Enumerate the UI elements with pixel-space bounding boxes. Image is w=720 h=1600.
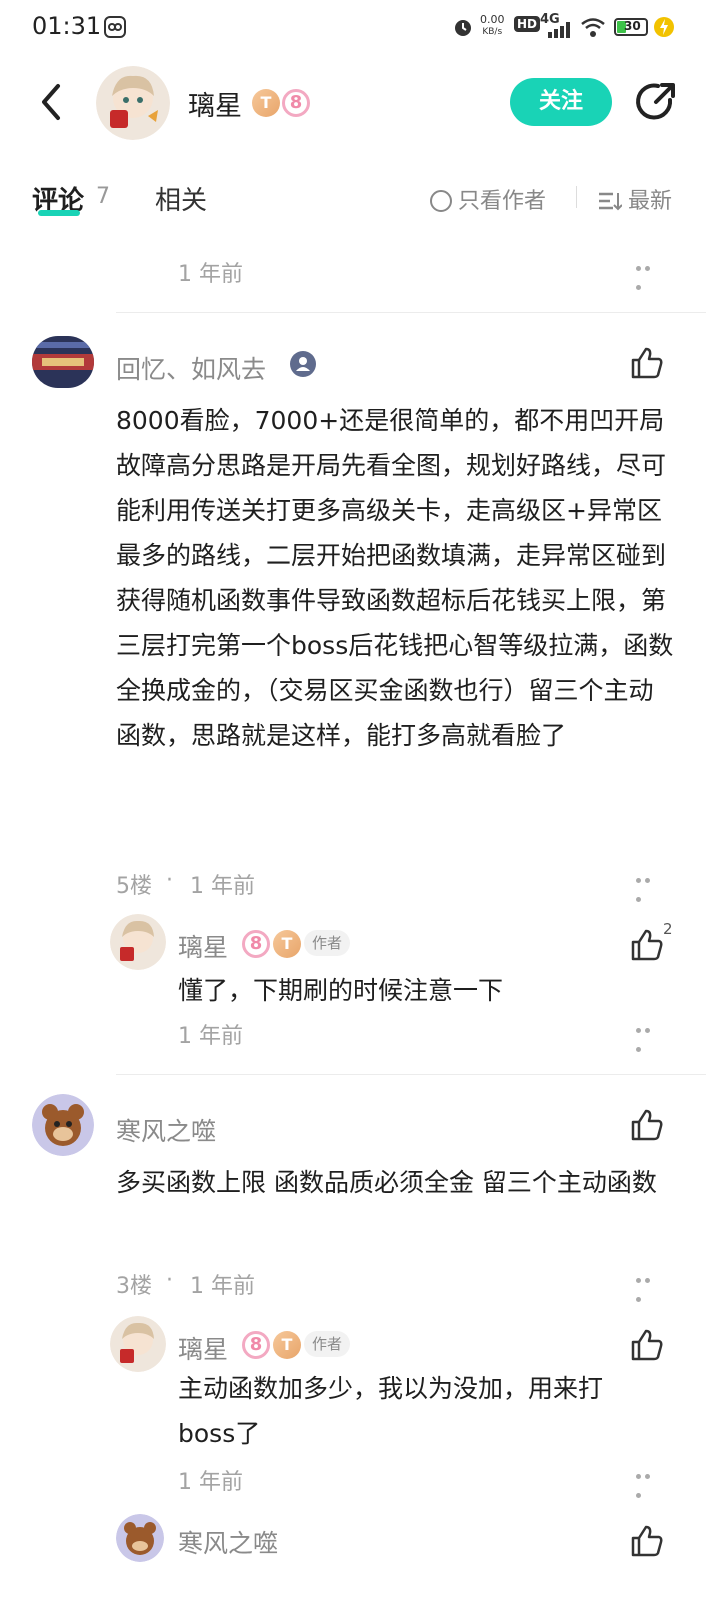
author-avatar[interactable]	[96, 66, 170, 140]
comment-floor: 3楼	[116, 1274, 152, 1299]
radio-circle-icon	[430, 190, 452, 212]
signal-bars-icon	[548, 22, 570, 38]
t-badge-icon: T	[252, 89, 280, 117]
active-tab-indicator	[38, 210, 80, 216]
reply-text: 懂了，下期刷的时候注意一下	[178, 976, 504, 1005]
back-arrow-icon[interactable]	[36, 80, 68, 124]
status-bar: 01:31 0.00 KB/s HD 4G 30	[0, 0, 720, 56]
like-icon[interactable]	[630, 1328, 664, 1362]
sort-label: 最新	[628, 189, 673, 214]
share-icon[interactable]	[634, 80, 678, 124]
alarm-icon	[455, 20, 471, 36]
verified-user-icon	[290, 351, 316, 377]
reply-time: 1 年前	[178, 1024, 243, 1049]
comment-divider	[116, 1074, 706, 1075]
comment-time: 1 年前	[190, 1274, 255, 1299]
reply-author-avatar[interactable]	[116, 1514, 164, 1562]
t-badge-icon: T	[273, 930, 301, 958]
commenter-name[interactable]: 回忆、如风去	[116, 350, 266, 386]
comment-floor: 5楼	[116, 874, 152, 899]
level-badge-icon: 8	[242, 930, 270, 958]
author-name: 璃星	[188, 91, 242, 122]
commenter-avatar[interactable]	[32, 1094, 94, 1156]
dot-separator: ·	[166, 1268, 173, 1293]
like-icon[interactable]	[630, 1524, 664, 1558]
reply-author-avatar[interactable]	[110, 914, 166, 970]
reply-author-name[interactable]: 璃星	[178, 928, 228, 964]
reply-author-name[interactable]: 璃星	[178, 1330, 228, 1366]
hd-indicator: HD	[514, 16, 541, 32]
comment-text: 多买函数上限 函数品质必须全金 留三个主动函数	[116, 1168, 657, 1197]
more-options-icon[interactable]	[636, 1278, 662, 1302]
author-tag: 作者	[304, 930, 351, 956]
reply-text: 主动函数加多少，我以为没加，用来打boss了	[178, 1374, 604, 1448]
like-icon[interactable]	[630, 346, 664, 380]
comment-text: 8000看脸，7000+还是很简单的，都不用凹开局 故障高分思路是开局先看全图，…	[116, 406, 674, 750]
more-options-icon[interactable]	[636, 1474, 662, 1498]
author-tag: 作者	[304, 1331, 351, 1357]
more-options-icon[interactable]	[636, 878, 662, 902]
commenter-name[interactable]: 寒风之噬	[116, 1112, 216, 1148]
tab-related[interactable]: 相关	[155, 180, 207, 217]
comment-divider	[116, 312, 706, 313]
app-notification-icon	[104, 16, 126, 38]
level-badge-icon: 8	[242, 1331, 270, 1359]
tab-divider	[576, 186, 577, 208]
only-author-toggle[interactable]: 只看作者	[430, 183, 546, 215]
charging-icon	[654, 17, 674, 37]
comments-count: 7	[96, 184, 110, 209]
more-options-icon[interactable]	[636, 266, 662, 290]
reply-author-avatar[interactable]	[110, 1316, 166, 1372]
like-icon[interactable]	[630, 1108, 664, 1142]
sort-button[interactable]: 最新	[598, 183, 672, 215]
like-count: 2	[663, 920, 673, 938]
status-time: 01:31	[32, 12, 102, 40]
comment-time: 1 年前	[178, 262, 243, 287]
battery-icon: 30	[614, 18, 648, 36]
sort-icon	[599, 192, 623, 211]
wifi-icon	[581, 18, 605, 37]
net-speed: 0.00 KB/s	[480, 13, 505, 38]
only-author-label: 只看作者	[458, 189, 547, 214]
dot-separator: ·	[166, 868, 173, 893]
follow-button[interactable]: 关注	[510, 78, 612, 126]
comment-time: 1 年前	[190, 874, 255, 899]
commenter-avatar[interactable]	[32, 336, 94, 388]
level-badge-icon: 8	[282, 89, 310, 117]
reply-author-name[interactable]: 寒风之噬	[178, 1524, 278, 1560]
t-badge-icon: T	[273, 1331, 301, 1359]
more-options-icon[interactable]	[636, 1028, 662, 1052]
like-icon[interactable]	[630, 928, 664, 962]
reply-time: 1 年前	[178, 1470, 243, 1495]
